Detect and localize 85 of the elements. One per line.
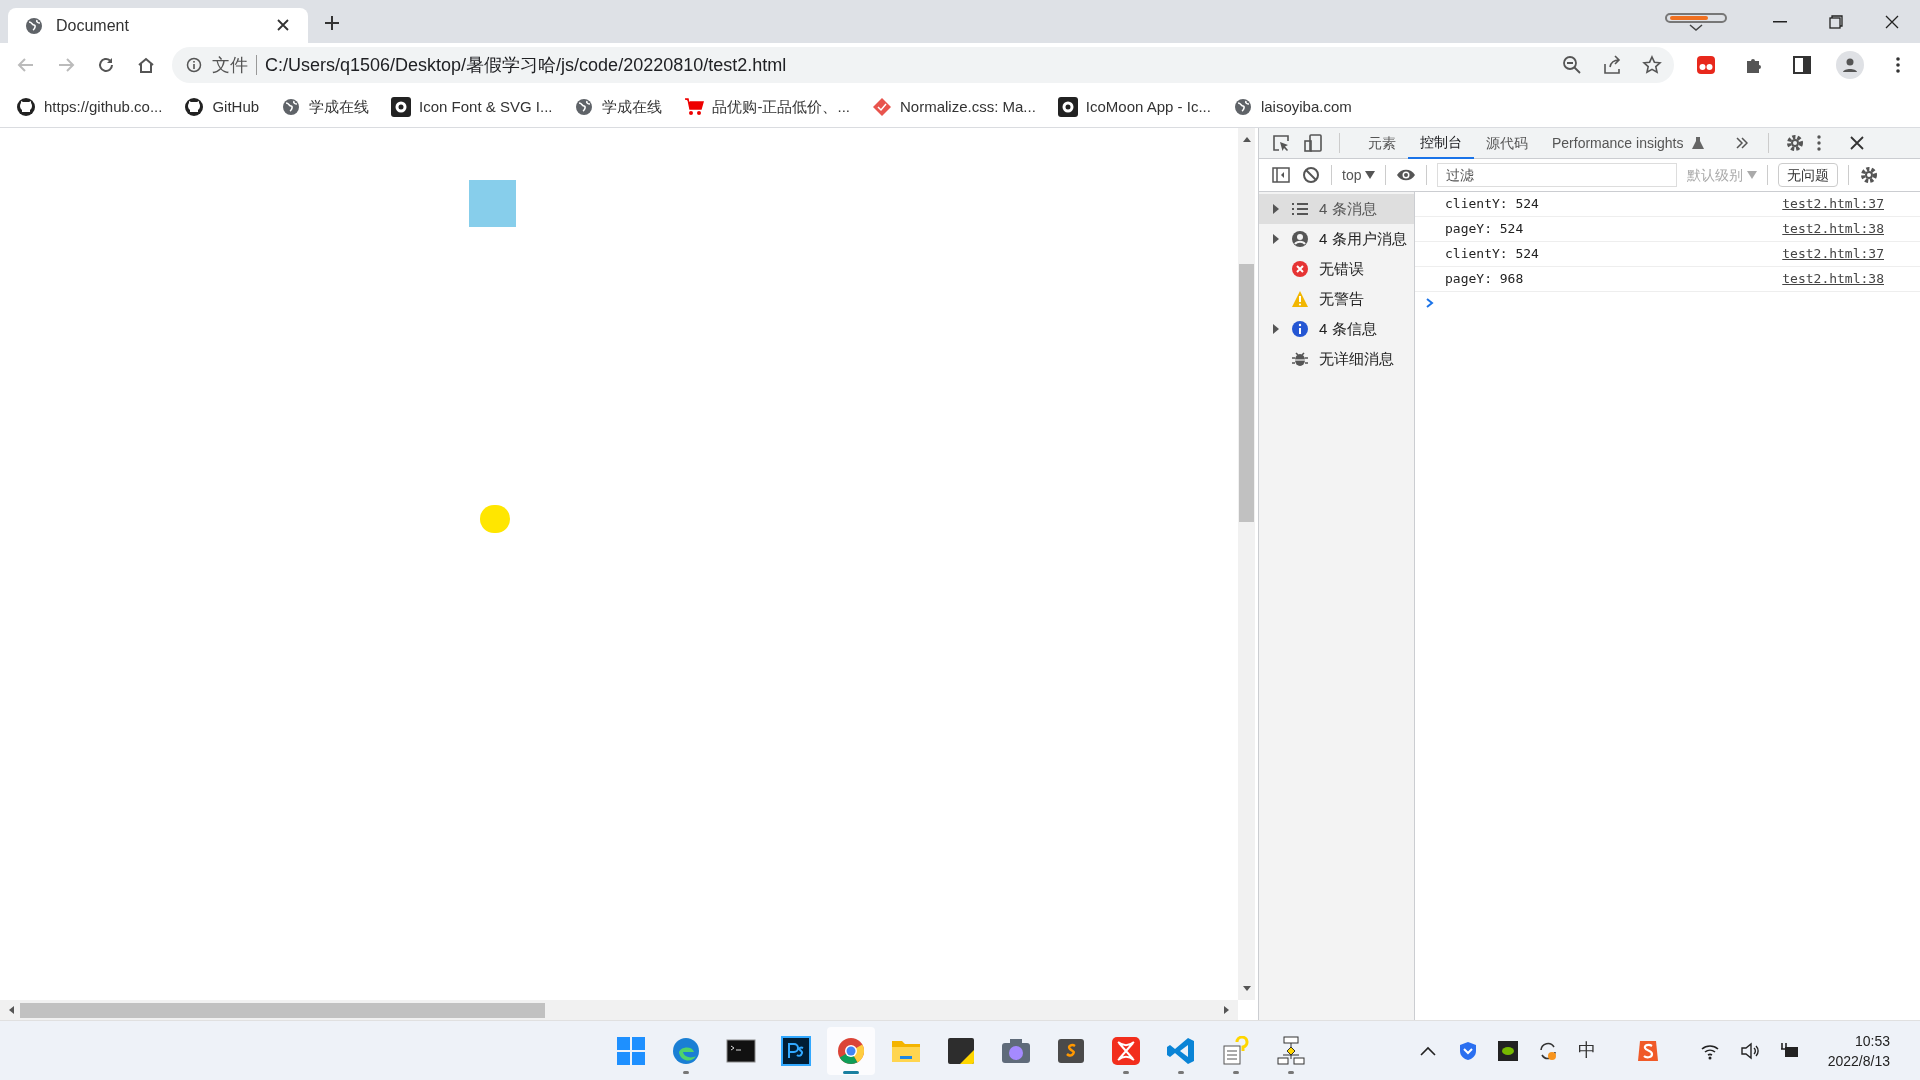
sync-icon[interactable]: [1537, 1040, 1558, 1061]
gpu-icon[interactable]: [1497, 1040, 1518, 1061]
expand-arrow-icon[interactable]: [1271, 204, 1281, 214]
volume-icon[interactable]: [1739, 1040, 1760, 1061]
device-toolbar-icon[interactable]: [1303, 133, 1323, 153]
source-link[interactable]: test2.html:37: [1782, 244, 1884, 264]
error-icon: [1291, 260, 1309, 278]
bookmark-link[interactable]: GitHub: [184, 95, 260, 119]
caret-icon: [1747, 171, 1758, 179]
bookmark-link[interactable]: Icon Font & SVG I...: [391, 95, 553, 119]
side-panel-icon[interactable]: [1792, 55, 1812, 75]
filter-field[interactable]: 过滤: [1437, 163, 1678, 187]
sidebar-item[interactable]: 4 条消息: [1259, 194, 1414, 224]
clock-time: 10:53: [1854, 1031, 1890, 1051]
bookmark-link[interactable]: laisoyiba.com: [1232, 95, 1352, 119]
sogou-icon[interactable]: [1635, 1038, 1660, 1063]
warning-icon: [1291, 290, 1309, 308]
star-icon[interactable]: [1642, 55, 1662, 75]
sidebar-item[interactable]: 无警告: [1259, 284, 1414, 314]
caret-icon: [1365, 171, 1376, 179]
globe-icon: [281, 97, 302, 117]
chrome-icon[interactable]: [827, 1027, 875, 1075]
round-shape: [480, 505, 510, 533]
globe-icon: [574, 97, 595, 117]
source-link[interactable]: test2.html:38: [1782, 269, 1884, 289]
bookmark-link[interactable]: https://github.co...: [16, 95, 163, 119]
url-text: C:/Users/q1506/Desktop/暑假学习哈/js/code/20220810/test2.html: [265, 53, 787, 77]
devtools-tab[interactable]: Performance insights: [1540, 127, 1716, 159]
flask-icon: [1691, 137, 1704, 149]
input-method-indicator[interactable]: 中: [1577, 1037, 1596, 1064]
eye-icon: [391, 97, 412, 117]
close-icon[interactable]: [1848, 135, 1865, 151]
devtools-tab[interactable]: 元素: [1356, 127, 1408, 159]
diamond-icon: [872, 97, 892, 117]
extension-icon[interactable]: [1696, 55, 1716, 75]
info-icon: [1291, 320, 1309, 338]
console-message: pageY: 968: [1445, 270, 1524, 289]
settings-icon[interactable]: [1784, 133, 1805, 153]
issues-button[interactable]: 无问题: [1778, 163, 1839, 187]
expand-arrow-icon[interactable]: [1271, 234, 1281, 244]
address-bar[interactable]: 文件 C:/Users/q1506/Desktop/暑假学习哈/js/code/20220810/test2.html: [172, 47, 1674, 83]
share-icon[interactable]: [1602, 55, 1622, 75]
bookmark-link[interactable]: 学成在线: [281, 95, 370, 119]
horizontal-scrollbar[interactable]: [0, 1000, 1238, 1020]
sidebar-item[interactable]: 无错误: [1259, 254, 1414, 284]
source-link[interactable]: test2.html:37: [1782, 194, 1884, 214]
bookmark-link[interactable]: IcoMoon App - Ic...: [1057, 95, 1211, 119]
devtools-tab[interactable]: 源代码: [1474, 127, 1540, 159]
expand-arrow-icon[interactable]: [1271, 324, 1281, 334]
globe-icon: [24, 15, 44, 36]
shield-icon[interactable]: [1457, 1040, 1478, 1061]
sidebar-item[interactable]: 4 条信息: [1259, 314, 1414, 344]
devtools-tab[interactable]: 控制台: [1408, 127, 1474, 159]
sidebar-item[interactable]: 无详细消息: [1259, 344, 1414, 374]
bookmark-link[interactable]: 品优购-正品低价、...: [684, 95, 850, 119]
globe-icon: [1232, 97, 1253, 117]
sidebar-item[interactable]: 4 条用户消息: [1259, 224, 1414, 254]
vertical-scrollbar[interactable]: [1238, 128, 1255, 1000]
cart-icon: [684, 97, 705, 117]
square-shape: [469, 180, 516, 227]
tab-search-icon[interactable]: [1664, 11, 1728, 32]
console-message: clientY: 524: [1445, 195, 1539, 214]
source-link[interactable]: test2.html:38: [1782, 219, 1884, 239]
clear-console-icon[interactable]: [1301, 165, 1321, 185]
bookmark-link[interactable]: 学成在线: [574, 95, 663, 119]
clock-date: 2022/8/13: [1827, 1051, 1890, 1071]
zoom-out-icon[interactable]: [1562, 55, 1582, 75]
eye-icon: [1057, 97, 1078, 117]
sidebar-toggle-icon[interactable]: [1271, 165, 1291, 185]
bug-icon: [1291, 350, 1309, 368]
github-icon: [16, 97, 36, 117]
github-icon: [184, 97, 205, 117]
info-icon: [184, 55, 204, 75]
console-message: pageY: 524: [1445, 220, 1524, 239]
list-icon: [1291, 200, 1309, 218]
more-tabs-icon[interactable]: [1735, 137, 1748, 149]
profile-icon[interactable]: [1836, 51, 1864, 79]
user-icon: [1291, 230, 1309, 248]
console-message: clientY: 524: [1445, 245, 1539, 264]
browser-tab[interactable]: Document: [8, 8, 308, 43]
bookmark-link[interactable]: Normalize.css: Ma...: [872, 95, 1036, 119]
context-dropdown[interactable]: top: [1342, 164, 1376, 186]
inspect-icon[interactable]: [1271, 133, 1291, 153]
console-settings-icon[interactable]: [1859, 165, 1880, 185]
scheme-label: 文件: [212, 53, 248, 77]
